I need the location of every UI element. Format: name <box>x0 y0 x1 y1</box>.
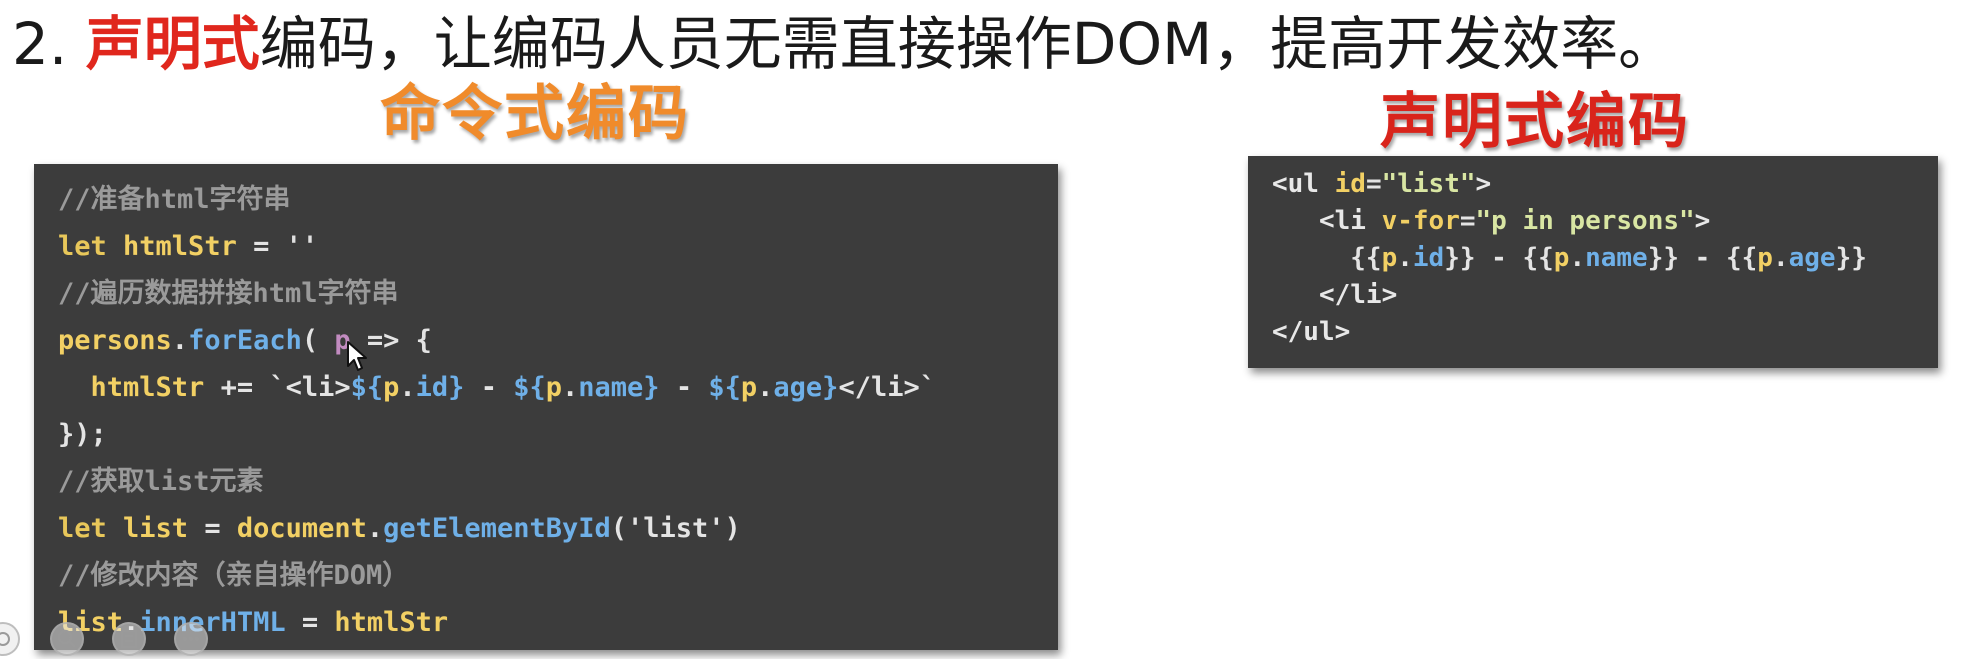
code-token: id <box>1412 243 1445 273</box>
grid-icon[interactable] <box>0 622 20 656</box>
code-token: . <box>171 325 189 356</box>
player-controls <box>0 618 230 659</box>
code-token: = <box>285 607 335 638</box>
code-line: //遍历数据拼接html字符串 <box>58 270 1058 317</box>
code-token: </li>` <box>838 372 936 403</box>
code-token: } <box>643 372 660 403</box>
code-token: }); <box>58 419 107 450</box>
slide-heading: 2. 声明式编码，让编码人员无需直接操作DOM，提高开发效率。 <box>12 4 1676 84</box>
declarative-label: 声明式编码 <box>1380 87 1690 157</box>
code-token: . <box>1569 243 1586 273</box>
code-token: = <box>253 231 286 262</box>
code-token: ${ <box>350 372 384 403</box>
code-token: </ul> <box>1272 317 1351 347</box>
code-token: '' <box>285 231 319 262</box>
code-token: id <box>415 372 449 403</box>
code-token: ('list') <box>610 513 741 544</box>
code-token: htmlStr <box>106 231 254 262</box>
code-line: //获取list元素 <box>58 458 1058 505</box>
code-token: = <box>1459 206 1476 236</box>
doc-icon[interactable] <box>112 622 146 656</box>
code-token: <li <box>1272 206 1382 236</box>
code-token: list <box>106 513 205 544</box>
code-token: - <box>659 372 709 403</box>
code-token: <ul <box>1272 169 1335 199</box>
imperative-label: 命令式编码 <box>380 79 690 149</box>
mouse-pointer-icon <box>347 341 367 371</box>
code-line: //准备html字符串 <box>58 176 1058 223</box>
code-token: document <box>236 513 367 544</box>
code-token: . <box>366 513 384 544</box>
code-token: htmlStr <box>334 607 449 638</box>
code-token: </li> <box>1272 280 1398 310</box>
code-token: . <box>1772 243 1789 273</box>
code-token: }} <box>1835 243 1867 273</box>
code-token: p <box>1757 243 1773 273</box>
imperative-code-block: //准备html字符串 let htmlStr = '' //遍历数据拼接html字… <box>34 164 1058 650</box>
code-token: . <box>1397 243 1413 273</box>
more-icon[interactable] <box>174 622 208 656</box>
declarative-code-block: <ul id="list"> <li v-for="p in persons">… <box>1248 156 1938 368</box>
code-line: let htmlStr = '' <box>58 223 1058 270</box>
code-token: age <box>1788 243 1836 273</box>
code-token: p <box>1381 243 1398 273</box>
code-line: <li v-for="p in persons"> <box>1272 203 1938 240</box>
code-token: "p in persons" <box>1475 206 1695 236</box>
code-token: . <box>399 372 416 403</box>
code-token: //获取list元素 <box>58 466 264 497</box>
code-token: }} - {{ <box>1647 243 1758 273</box>
code-line: let list = document.getElementById('list… <box>58 505 1058 552</box>
code-token: > <box>1694 206 1711 236</box>
code-token: }} - {{ <box>1444 243 1554 273</box>
code-token: } <box>822 372 839 403</box>
code-token: //修改内容（亲自操作DOM） <box>58 560 410 591</box>
code-token: p <box>740 372 758 403</box>
code-token: forEach <box>188 325 302 356</box>
code-token: - <box>464 372 514 403</box>
code-token: let <box>58 231 107 262</box>
code-token: p <box>1553 243 1570 273</box>
code-token: v-for <box>1381 206 1460 236</box>
code-line: {{p.id}} - {{p.name}} - {{p.age}} <box>1272 240 1938 277</box>
code-token: //准备html字符串 <box>58 184 291 215</box>
heading-accent: 声明式 <box>85 10 260 78</box>
code-token: . <box>562 372 579 403</box>
code-token: = <box>204 513 237 544</box>
code-token: "list" <box>1381 169 1476 199</box>
slide: 2. 声明式编码，让编码人员无需直接操作DOM，提高开发效率。 命令式编码 声明… <box>0 0 1968 659</box>
code-token: htmlStr <box>58 372 221 403</box>
code-token: name <box>578 372 644 403</box>
code-token: {{ <box>1272 243 1382 273</box>
code-token: getElementById <box>383 513 611 544</box>
code-line: htmlStr += `<li>${p.id} - ${p.name} - ${… <box>58 364 1058 411</box>
code-token: > <box>1475 169 1492 199</box>
code-token: ( <box>301 325 335 356</box>
code-token: p <box>545 372 562 403</box>
heading-prefix: 2. <box>12 10 86 78</box>
heading-rest: 编码，让编码人员无需直接操作DOM，提高开发效率。 <box>259 10 1677 78</box>
code-line: }); <box>58 411 1058 458</box>
search-icon[interactable] <box>50 622 84 656</box>
code-token: ${ <box>513 372 546 403</box>
code-line: <ul id="list"> <box>1272 166 1938 203</box>
code-token: persons <box>58 325 172 356</box>
code-line: </li> <box>1272 277 1938 314</box>
code-token: //遍历数据拼接html字符串 <box>58 278 399 309</box>
code-line: persons.forEach( p => { <box>58 317 1058 364</box>
code-token: ${ <box>708 372 741 403</box>
code-line: </ul> <box>1272 314 1938 351</box>
code-token: let <box>58 513 107 544</box>
code-token: = <box>1365 169 1382 199</box>
code-token: } <box>448 372 465 403</box>
code-line: //修改内容（亲自操作DOM） <box>58 552 1058 599</box>
code-token: age <box>773 372 823 403</box>
code-token: name <box>1585 243 1648 273</box>
code-token: p <box>383 372 400 403</box>
code-token: id <box>1334 169 1366 199</box>
code-token: += `<li> <box>220 372 351 403</box>
code-token: . <box>757 372 774 403</box>
